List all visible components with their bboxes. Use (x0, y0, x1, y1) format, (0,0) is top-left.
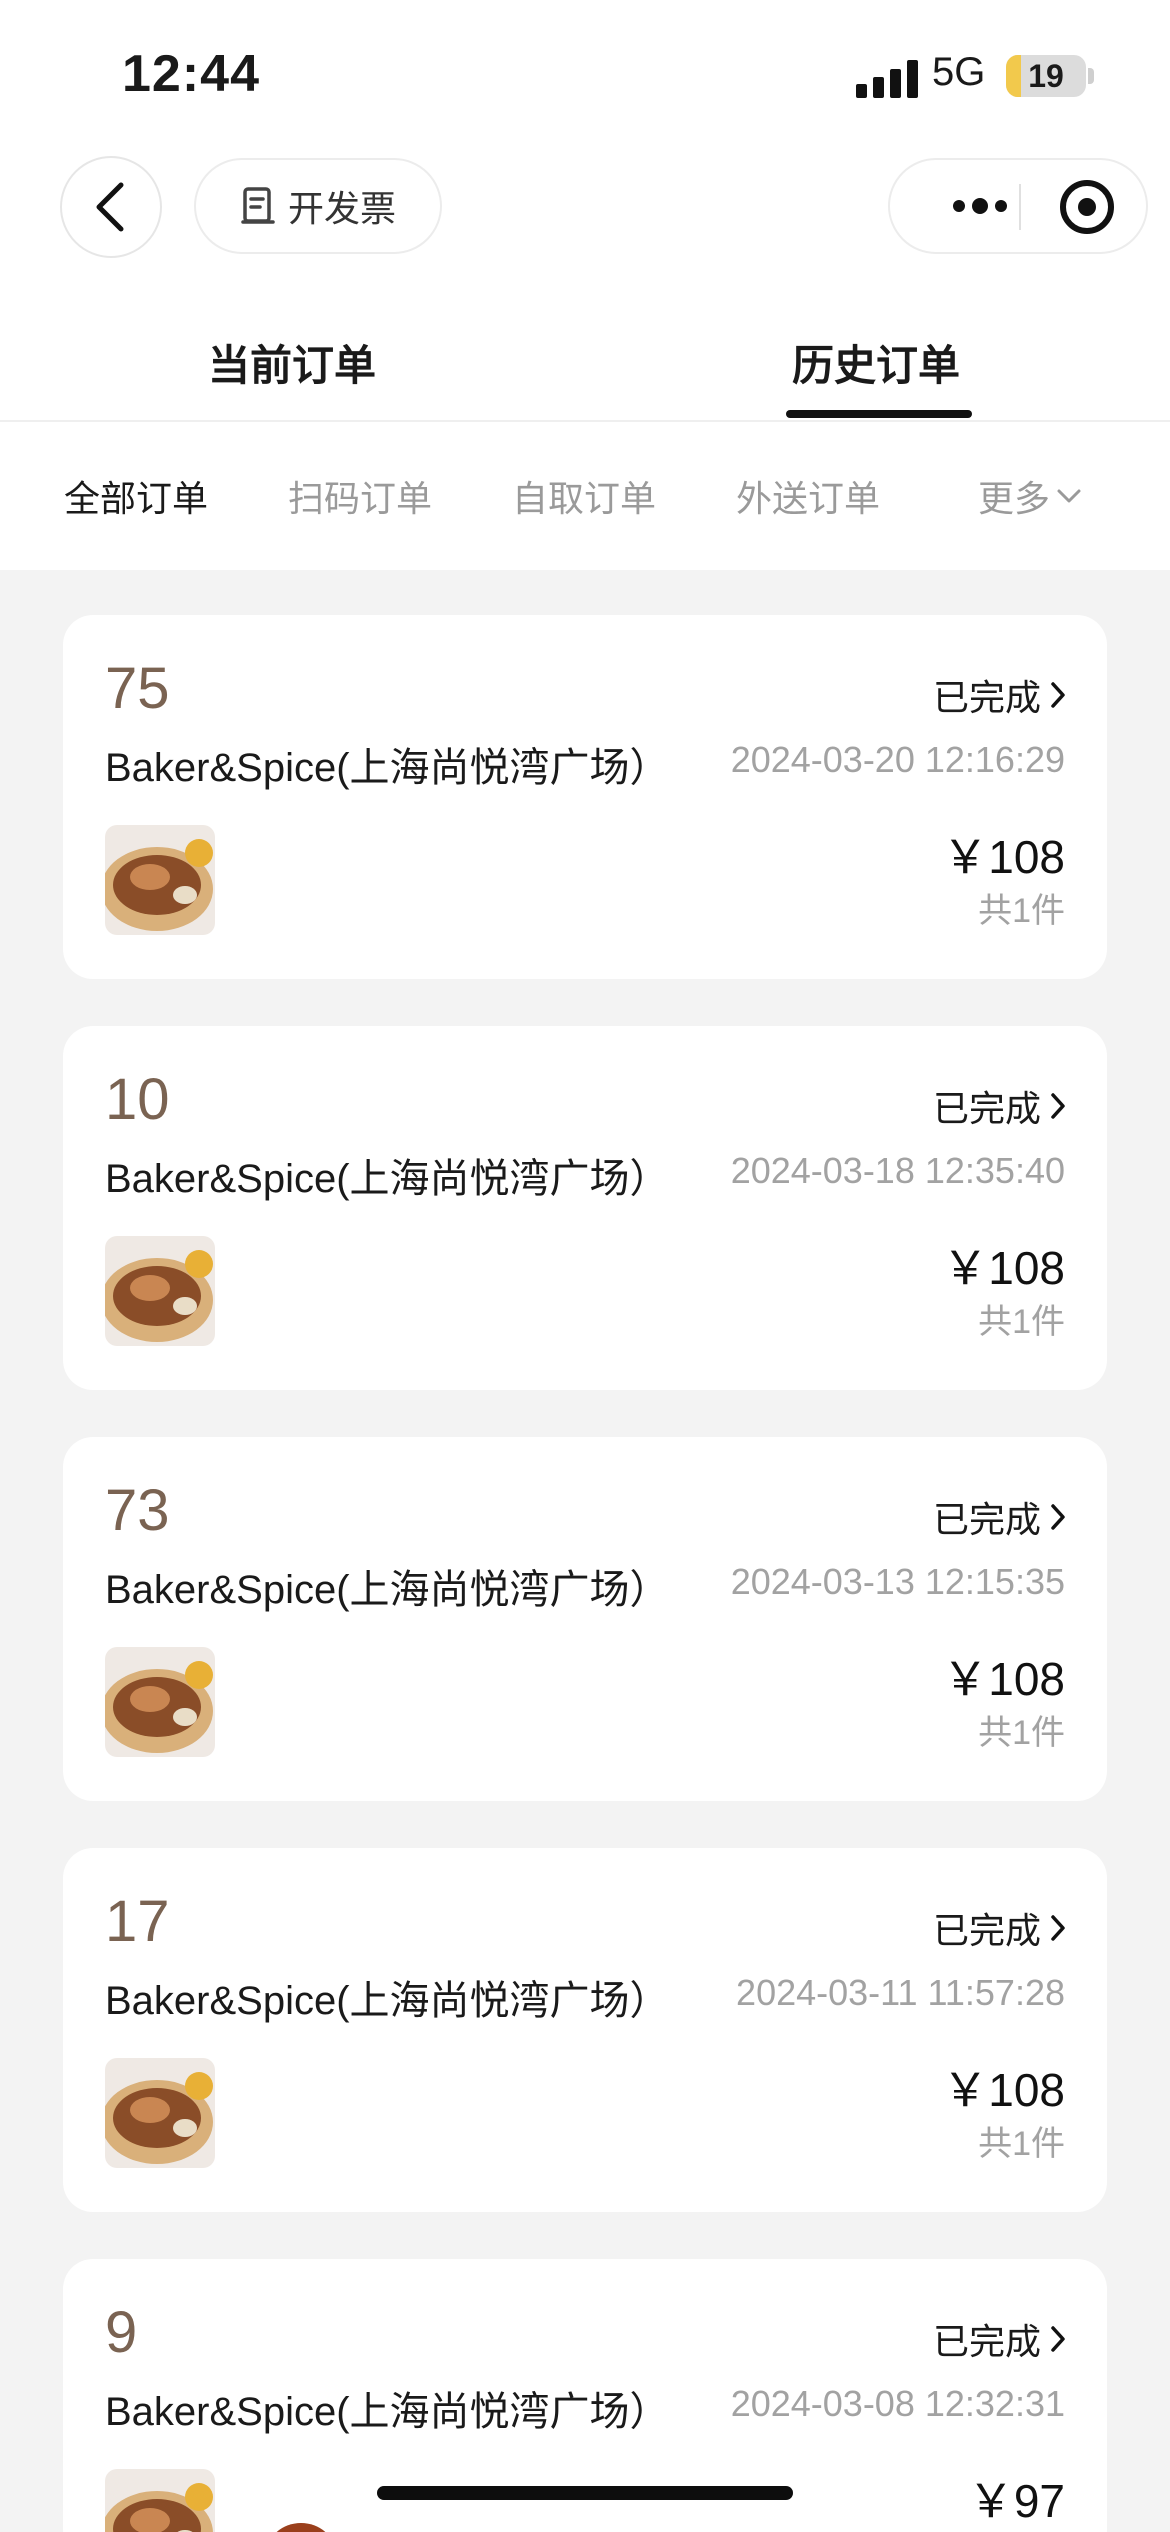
order-number: 10 (105, 1067, 170, 1132)
order-card[interactable]: 73 已完成 Baker&Spice(上海尚悦湾广场） 2024-03-13 1… (63, 1437, 1107, 1801)
order-number: 17 (105, 1889, 170, 1954)
filter-pickup-orders[interactable]: 自取订单 (512, 470, 656, 522)
mini-program-capsule (888, 158, 1148, 254)
product-image (105, 2058, 215, 2168)
order-price: ￥108 (942, 831, 1065, 883)
home-indicator (377, 2486, 793, 2500)
store-name: Baker&Spice(上海尚悦湾广场） (105, 2390, 670, 2434)
filter-more[interactable]: 更多 (978, 470, 1082, 522)
chevron-right-icon (1051, 1093, 1065, 1119)
cellular-signal-icon (856, 60, 918, 98)
order-status[interactable]: 已完成 (933, 669, 1067, 721)
order-time: 2024-03-18 12:35:40 (730, 1150, 1065, 1191)
item-count: 共1件 (978, 892, 1065, 930)
status-time: 12:44 (122, 45, 260, 103)
order-card[interactable]: 10 已完成 Baker&Spice(上海尚悦湾广场） 2024-03-18 1… (63, 1026, 1107, 1390)
item-count: 共1件 (978, 2125, 1065, 2163)
active-tab-indicator (786, 410, 972, 418)
product-image (105, 2469, 215, 2532)
order-status-label: 已完成 (932, 677, 1041, 718)
order-number: 9 (105, 2300, 138, 2365)
order-card[interactable]: 75 已完成 Baker&Spice(上海尚悦湾广场） 2024-03-20 1… (63, 615, 1107, 979)
capsule-divider (1019, 184, 1021, 230)
order-time: 2024-03-20 12:16:29 (730, 739, 1065, 780)
chevron-right-icon (1051, 2326, 1065, 2352)
store-name: Baker&Spice(上海尚悦湾广场） (105, 746, 670, 790)
order-price: ￥97 (967, 2475, 1065, 2527)
order-status-label: 已完成 (932, 1499, 1041, 1540)
tab-current-orders[interactable]: 当前订单 (208, 332, 376, 393)
invoice-button[interactable]: 开发票 (194, 158, 442, 254)
order-number: 73 (105, 1478, 170, 1543)
order-status[interactable]: 已完成 (933, 1491, 1067, 1543)
invoice-label: 开发票 (287, 188, 396, 229)
order-status[interactable]: 已完成 (933, 1902, 1067, 1954)
store-name: Baker&Spice(上海尚悦湾广场） (105, 1979, 670, 2023)
order-status[interactable]: 已完成 (933, 1080, 1067, 1132)
order-status[interactable]: 已完成 (933, 2313, 1067, 2365)
order-status-label: 已完成 (932, 1910, 1041, 1951)
chevron-right-icon (1051, 682, 1065, 708)
receipt-icon (241, 187, 275, 224)
product-image (259, 2509, 369, 2532)
tab-history-orders[interactable]: 历史订单 (792, 332, 960, 393)
item-count: 共1件 (978, 1714, 1065, 1752)
store-name: Baker&Spice(上海尚悦湾广场） (105, 1157, 670, 1201)
battery-icon: 19 (1006, 55, 1086, 97)
order-status-label: 已完成 (932, 1088, 1041, 1129)
order-price: ￥108 (942, 1653, 1065, 1705)
product-image (105, 1236, 215, 1346)
order-number: 75 (105, 656, 170, 721)
back-button[interactable] (60, 156, 162, 258)
order-card[interactable]: 17 已完成 Baker&Spice(上海尚悦湾广场） 2024-03-11 1… (63, 1848, 1107, 2212)
store-name: Baker&Spice(上海尚悦湾广场） (105, 1568, 670, 1612)
order-time: 2024-03-08 12:32:31 (730, 2383, 1065, 2424)
chevron-left-icon (96, 182, 124, 232)
item-count: 共1件 (978, 1303, 1065, 1341)
order-time: 2024-03-13 12:15:35 (730, 1561, 1065, 1602)
filter-scan-orders[interactable]: 扫码订单 (288, 470, 432, 522)
battery-level: 19 (1028, 58, 1064, 94)
order-time: 2024-03-11 11:57:28 (736, 1972, 1065, 2013)
chevron-right-icon (1051, 1915, 1065, 1941)
tab-divider (0, 420, 1170, 422)
more-dots-icon[interactable] (930, 160, 1030, 252)
order-price: ￥108 (942, 1242, 1065, 1294)
chevron-right-icon (1051, 1504, 1065, 1530)
order-price: ￥108 (942, 2064, 1065, 2116)
battery-tip (1088, 68, 1094, 84)
product-image (105, 825, 215, 935)
chevron-down-icon (1057, 489, 1081, 503)
filter-delivery-orders[interactable]: 外送订单 (736, 470, 880, 522)
target-circle-icon[interactable] (1060, 180, 1114, 234)
header-area: 12:44 5G 19 开发票 当前订单 历史订单 全部订单 扫码订单 自取订单… (0, 0, 1170, 570)
network-type: 5G (932, 50, 986, 94)
order-status-label: 已完成 (932, 2321, 1041, 2362)
filter-all-orders[interactable]: 全部订单 (64, 470, 208, 522)
filter-more-label: 更多 (978, 478, 1051, 519)
product-image (105, 1647, 215, 1757)
